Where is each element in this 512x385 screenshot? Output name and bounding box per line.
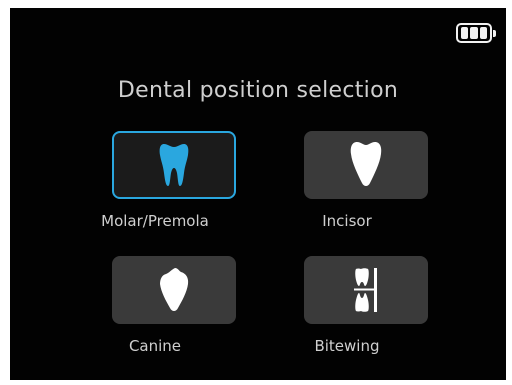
option-bitewing[interactable]: Bitewing [252, 256, 442, 368]
canine-tooth-icon [160, 268, 189, 311]
incisor-button[interactable] [304, 131, 428, 199]
incisor-tooth-icon [350, 142, 382, 186]
molar-premola-button[interactable] [112, 131, 236, 199]
bitewing-button[interactable] [304, 256, 428, 324]
option-label: Canine [128, 337, 182, 355]
device-screen: Dental position selection Molar/Premola … [10, 8, 506, 380]
option-label: Molar/Premola [101, 212, 209, 230]
option-molar-premola[interactable]: Molar/Premola [60, 131, 250, 243]
molar-tooth-icon [159, 144, 189, 186]
battery-full-icon [456, 23, 496, 43]
canine-button[interactable] [112, 256, 236, 324]
option-label: Bitewing [314, 337, 380, 355]
option-incisor[interactable]: Incisor [252, 131, 442, 243]
page-title: Dental position selection [117, 78, 399, 103]
option-canine[interactable]: Canine [60, 256, 250, 368]
bitewing-icon [354, 268, 377, 312]
option-label: Incisor [322, 212, 372, 230]
